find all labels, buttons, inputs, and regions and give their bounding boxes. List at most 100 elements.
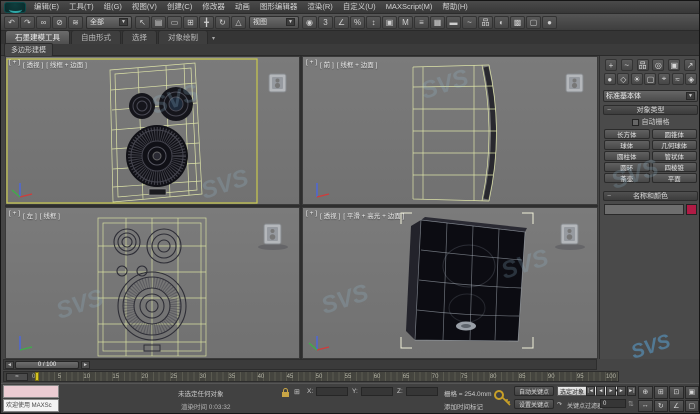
viewport-menu-general[interactable]: [ + ] xyxy=(9,210,20,220)
utilities-tab-icon[interactable]: ↗ xyxy=(684,59,696,71)
timeline-ruler[interactable]: 0510152025303540455055606570758085909510… xyxy=(32,372,618,381)
window-crossing-icon[interactable]: ⊞ xyxy=(183,16,198,29)
primitive-button[interactable]: 圆柱体 xyxy=(604,151,650,161)
polygon-modeling-panel-tab[interactable]: 多边形建模 xyxy=(4,43,53,57)
hierarchy-tab-icon[interactable]: 品 xyxy=(637,59,649,71)
pan-icon[interactable]: ↔ xyxy=(638,400,653,413)
spinner-snap-icon[interactable]: ↕ xyxy=(366,16,381,29)
display-tab-icon[interactable]: ▣ xyxy=(668,59,680,71)
next-frame-arrow-icon[interactable]: ► xyxy=(81,361,90,369)
orbit-icon[interactable]: ↻ xyxy=(654,400,669,413)
ribbon-tab[interactable]: 石墨建模工具 xyxy=(5,30,70,44)
selection-lock-icon[interactable] xyxy=(280,387,291,398)
helpers-icon[interactable]: ⌖ xyxy=(658,73,670,85)
ribbon-minimize-icon[interactable]: ▾ xyxy=(209,33,218,44)
zoom-extents-all-icon[interactable]: ▣ xyxy=(685,386,700,399)
named-selection-icon[interactable]: ▣ xyxy=(382,16,397,29)
modify-tab-icon[interactable]: ~ xyxy=(621,59,633,71)
object-type-rollout[interactable]: − 对象类型 xyxy=(603,105,698,115)
primitive-button[interactable]: 圆锥体 xyxy=(652,129,698,139)
menu-item[interactable]: 帮助(H) xyxy=(437,1,472,13)
spacewarps-icon[interactable]: ≈ xyxy=(672,73,684,85)
primitive-button[interactable]: 球体 xyxy=(604,140,650,150)
primitive-button[interactable]: 管状体 xyxy=(652,151,698,161)
go-start-button[interactable]: |◄ xyxy=(586,386,595,396)
menu-item[interactable]: 视图(V) xyxy=(127,1,162,13)
set-key-button[interactable]: 设置关键点 xyxy=(514,399,554,409)
zoom-icon[interactable]: ⊕ xyxy=(638,386,653,399)
ribbon-tab[interactable]: 自由形式 xyxy=(71,30,121,44)
ribbon-tab[interactable]: 选择 xyxy=(122,30,157,44)
redo-icon[interactable]: ↷ xyxy=(20,16,35,29)
frame-spinner[interactable]: ⇅ xyxy=(628,400,634,408)
reference-coordinate-dropdown[interactable]: 视图▼ xyxy=(249,16,299,29)
select-link-icon[interactable]: ∞ xyxy=(36,16,51,29)
zoom-extents-icon[interactable]: ⊡ xyxy=(669,386,684,399)
select-object-icon[interactable]: ↖ xyxy=(135,16,150,29)
select-rotate-icon[interactable]: ↻ xyxy=(215,16,230,29)
undo-icon[interactable]: ↶ xyxy=(4,16,19,29)
prev-frame-arrow-icon[interactable]: ◄ xyxy=(5,361,14,369)
menu-item[interactable]: MAXScript(M) xyxy=(381,1,438,13)
object-color-swatch[interactable] xyxy=(686,204,697,215)
zoom-all-icon[interactable]: ⊞ xyxy=(654,386,669,399)
next-frame-button[interactable]: ► xyxy=(617,386,626,396)
cameras-icon[interactable]: ▢ xyxy=(644,73,656,85)
shapes-icon[interactable]: ◇ xyxy=(617,73,629,85)
coord-y-field[interactable] xyxy=(361,387,393,396)
absolute-mode-icon[interactable]: ⊞ xyxy=(294,388,300,396)
lights-icon[interactable]: ☀ xyxy=(631,73,643,85)
bind-spacewarp-icon[interactable]: ≋ xyxy=(68,16,83,29)
prev-frame-button[interactable]: ◄ xyxy=(596,386,605,396)
viewport-front-wireframe[interactable]: [ + ] [ 前 ] [ 线框 + 边面 ] xyxy=(302,56,598,205)
snap-toggle-icon[interactable]: 3 xyxy=(318,16,333,29)
render-production-icon[interactable]: ● xyxy=(542,16,557,29)
material-editor-icon[interactable]: ◐ xyxy=(494,16,509,29)
maxscript-listener-field[interactable]: 欢迎使用 MAXSc xyxy=(3,399,59,412)
angle-snap-icon[interactable]: ∠ xyxy=(334,16,349,29)
viewport-left-wireframe[interactable]: [ + ] [ 左 ] [ 线框 ] xyxy=(5,207,300,359)
viewport-menu-pov[interactable]: [ 透视 ] xyxy=(23,59,43,69)
rect-region-icon[interactable]: ▭ xyxy=(167,16,182,29)
app-logo-icon[interactable] xyxy=(4,2,26,13)
primitive-button[interactable]: 平面 xyxy=(652,173,698,183)
menu-item[interactable]: 编辑(E) xyxy=(29,1,64,13)
align-icon[interactable]: ≡ xyxy=(414,16,429,29)
viewport-menu-shading[interactable]: [ 线框 + 边面 ] xyxy=(46,59,87,69)
rendered-frame-icon[interactable]: ▢ xyxy=(526,16,541,29)
menu-item[interactable]: 动画 xyxy=(230,1,255,13)
mini-curve-editor-button[interactable]: ≈ xyxy=(6,373,28,381)
menu-item[interactable]: 创建(C) xyxy=(162,1,197,13)
schematic-view-icon[interactable]: 品 xyxy=(478,16,493,29)
menu-item[interactable]: 自定义(U) xyxy=(338,1,381,13)
percent-snap-icon[interactable]: % xyxy=(350,16,365,29)
coord-z-field[interactable] xyxy=(406,387,438,396)
coord-x-field[interactable] xyxy=(316,387,348,396)
key-mode-toggle-icon[interactable]: ↷ xyxy=(557,401,562,408)
menu-item[interactable]: 图形编辑器 xyxy=(255,1,303,13)
viewport-menu-pov[interactable]: [ 透视 ] xyxy=(320,210,340,220)
viewport-menu-general[interactable]: [ + ] xyxy=(306,210,317,220)
primitive-button[interactable]: 长方体 xyxy=(604,129,650,139)
maximize-viewport-icon[interactable]: ▢ xyxy=(685,400,700,413)
name-color-rollout[interactable]: − 名称和颜色 xyxy=(603,191,698,201)
viewport-menu-shading[interactable]: [ 线框 ] xyxy=(40,210,60,220)
primitive-button[interactable]: 圆环 xyxy=(604,162,650,172)
unlink-icon[interactable]: ⊘ xyxy=(52,16,67,29)
viewport-menu-shading[interactable]: [ 平滑 + 高光 + 边面 ] xyxy=(343,210,404,220)
viewport-menu-shading[interactable]: [ 线框 + 边面 ] xyxy=(337,59,378,69)
select-by-name-icon[interactable]: ▤ xyxy=(151,16,166,29)
current-frame-field[interactable]: 0 xyxy=(600,399,626,408)
go-end-button[interactable]: ►| xyxy=(627,386,636,396)
menu-item[interactable]: 组(G) xyxy=(99,1,127,13)
systems-icon[interactable]: ◈ xyxy=(685,73,697,85)
mirror-icon[interactable]: M xyxy=(398,16,413,29)
render-setup-icon[interactable]: ▩ xyxy=(510,16,525,29)
primitive-button[interactable]: 茶壶 xyxy=(604,173,650,183)
time-slider-handle[interactable]: 0 / 100 xyxy=(15,361,79,369)
selection-filter-dropdown[interactable]: 全部▼ xyxy=(86,16,132,29)
viewport-perspective-shaded[interactable]: [ + ] [ 透视 ] [ 平滑 + 高光 + 边面 ] xyxy=(302,207,598,359)
ribbon-toggle-icon[interactable]: ▬ xyxy=(446,16,461,29)
object-name-input[interactable] xyxy=(604,204,684,215)
primitive-button[interactable]: 四棱锥 xyxy=(652,162,698,172)
